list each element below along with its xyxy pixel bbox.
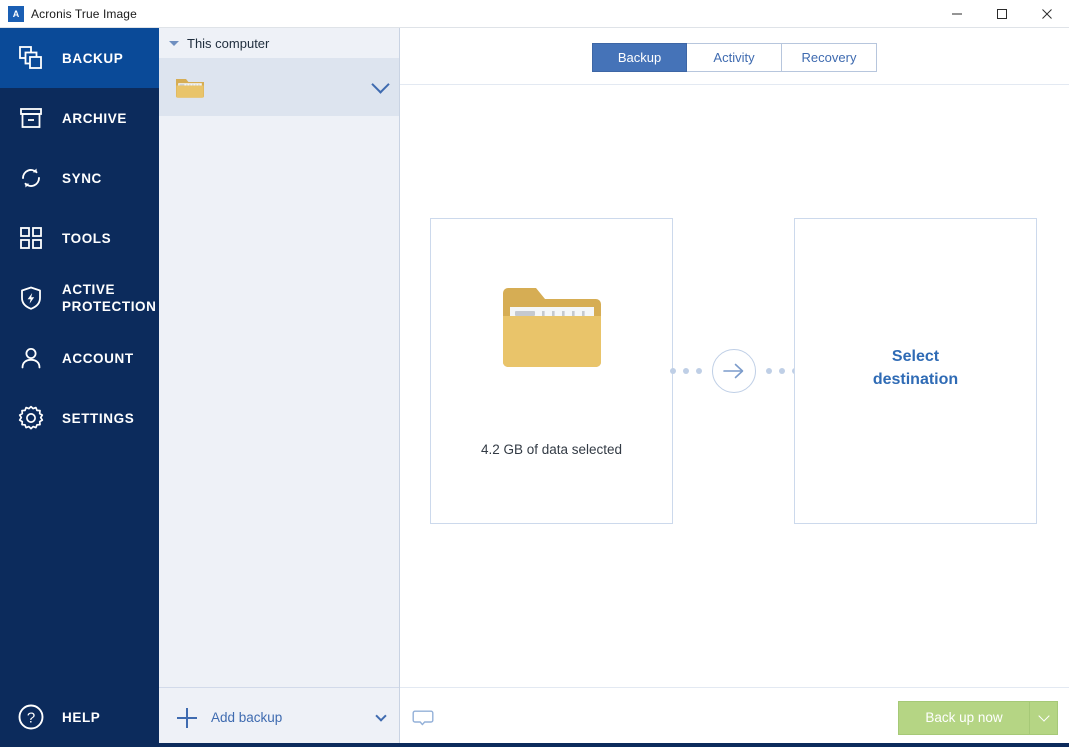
sidebar-item-account[interactable]: Account bbox=[0, 328, 159, 388]
chevron-down-icon bbox=[1037, 709, 1050, 722]
minimize-icon[interactable] bbox=[934, 0, 979, 28]
backup-now-button[interactable]: Back up now bbox=[898, 700, 1030, 735]
add-backup-label: Add backup bbox=[211, 710, 283, 725]
sidebar-item-label-settings: Settings bbox=[62, 410, 135, 426]
close-icon[interactable] bbox=[1024, 0, 1069, 28]
gear-icon bbox=[14, 401, 48, 435]
folder-icon bbox=[501, 285, 603, 374]
sidebar-nav: Backup Archive bbox=[0, 28, 159, 448]
dot bbox=[765, 368, 772, 374]
sidebar-item-label-help: Help bbox=[62, 709, 101, 725]
connector-dots-left bbox=[669, 368, 702, 374]
main-content: Backup Activity Recovery 4.2 GB of data … bbox=[400, 28, 1069, 747]
caret-down-icon bbox=[169, 40, 179, 46]
backup-destination-label: Select destination bbox=[795, 345, 1036, 391]
backup-stack-icon bbox=[14, 41, 48, 75]
window-title: Acronis True Image bbox=[31, 6, 137, 21]
backup-panels: 4.2 GB of data selected Select destinati… bbox=[400, 86, 1069, 687]
sidebar-item-backup[interactable]: Backup bbox=[0, 28, 159, 88]
backup-list-empty-area bbox=[159, 116, 399, 687]
sidebar-item-active-protection[interactable]: Active Protection bbox=[0, 268, 159, 328]
sidebar-item-label-tools: Tools bbox=[62, 230, 112, 246]
backup-now-dropdown-button[interactable] bbox=[1030, 700, 1058, 735]
connector-dots-right bbox=[765, 368, 798, 374]
shield-bolt-icon bbox=[14, 281, 48, 315]
backup-destination-box[interactable]: Select destination bbox=[794, 218, 1037, 524]
window-controls bbox=[934, 0, 1069, 28]
app-logo-letter: A bbox=[12, 8, 20, 19]
person-icon bbox=[14, 341, 48, 375]
main-header: Backup Activity Recovery bbox=[400, 28, 1069, 85]
tools-grid-icon bbox=[14, 221, 48, 255]
application-window: A Acronis True Image BACKUP ARCHIVE SYNC… bbox=[0, 0, 1069, 747]
dot bbox=[778, 368, 785, 374]
tab-recovery[interactable]: Recovery bbox=[782, 42, 877, 72]
question-circle-icon: ? bbox=[14, 700, 48, 734]
arrow-right-circle-icon bbox=[711, 349, 756, 393]
sidebar-item-label-sync: Sync bbox=[62, 170, 102, 186]
backup-group-label: This computer bbox=[187, 35, 270, 51]
sidebar-item-archive[interactable]: Archive bbox=[0, 88, 159, 148]
sidebar-item-help[interactable]: ? Help bbox=[0, 687, 159, 747]
dot bbox=[669, 368, 676, 374]
sidebar-item-settings[interactable]: Settings bbox=[0, 388, 159, 448]
backup-source-box[interactable]: 4.2 GB of data selected bbox=[430, 218, 673, 524]
add-backup-button[interactable]: Add backup bbox=[159, 687, 399, 747]
dot bbox=[695, 368, 702, 374]
sidebar: Backup Archive bbox=[0, 28, 159, 747]
dot bbox=[682, 368, 689, 374]
title-bar: A Acronis True Image bbox=[0, 0, 1069, 28]
sidebar-item-label-active-protection: Active Protection bbox=[62, 282, 157, 314]
sidebar-item-label-archive: Archive bbox=[62, 110, 127, 126]
tab-backup[interactable]: Backup bbox=[592, 42, 687, 72]
sidebar-item-label-account: Account bbox=[62, 350, 134, 366]
backup-list-item[interactable] bbox=[159, 58, 399, 116]
sync-arrows-icon bbox=[14, 161, 48, 195]
destination-line1: Select bbox=[891, 348, 940, 365]
backup-group-header[interactable]: This computer bbox=[159, 28, 399, 58]
plus-icon bbox=[177, 707, 197, 728]
sidebar-item-tools[interactable]: Tools bbox=[0, 208, 159, 268]
chevron-down-icon[interactable] bbox=[371, 75, 390, 94]
svg-text:?: ? bbox=[27, 710, 35, 727]
main-bottom-bar: Back up now bbox=[400, 687, 1069, 747]
destination-line2: destination bbox=[872, 371, 959, 388]
app-logo-icon: A bbox=[8, 5, 24, 22]
backup-list-panel: This computer Add backup bbox=[159, 28, 400, 747]
folder-icon bbox=[175, 75, 205, 99]
speech-bubble-icon[interactable] bbox=[412, 707, 434, 729]
sidebar-item-label-backup: Backup bbox=[62, 50, 124, 66]
backup-source-label: 4.2 GB of data selected bbox=[480, 442, 623, 457]
tab-activity[interactable]: Activity bbox=[687, 42, 782, 72]
main-tabs: Backup Activity Recovery bbox=[592, 42, 877, 72]
maximize-icon[interactable] bbox=[979, 0, 1024, 28]
chevron-down-icon[interactable] bbox=[375, 709, 387, 722]
window-bottom-strip bbox=[0, 743, 1069, 747]
sidebar-item-sync[interactable]: Sync bbox=[0, 148, 159, 208]
backup-connector bbox=[669, 218, 798, 524]
archive-box-icon bbox=[14, 101, 48, 135]
backup-now-group: Back up now bbox=[898, 700, 1058, 735]
